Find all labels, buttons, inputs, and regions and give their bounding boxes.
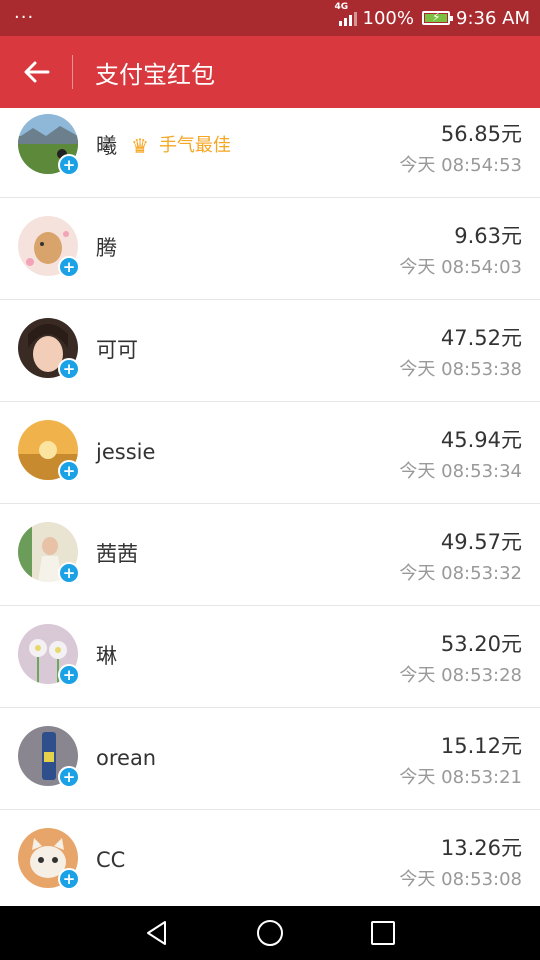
list-item[interactable]: + orean 15.12元 今天 08:53:21	[0, 708, 540, 810]
signal-icon: 4G	[335, 2, 357, 26]
page-title: 支付宝红包	[95, 60, 215, 89]
amount: 13.26元	[440, 836, 522, 860]
avatar[interactable]: +	[18, 318, 80, 380]
item-name-row: 可可	[96, 335, 138, 365]
timestamp: 今天 08:53:21	[399, 767, 522, 788]
nav-recents-button[interactable]	[363, 913, 403, 953]
item-name-row: jessie	[96, 437, 155, 467]
best-luck-badge: ♛ 手气最佳	[131, 131, 231, 161]
amount: 47.52元	[440, 326, 522, 350]
recipient-name: CC	[96, 848, 126, 872]
recipient-name: jessie	[96, 440, 156, 464]
triangle-back-icon	[146, 921, 166, 945]
amount: 9.63元	[454, 224, 522, 248]
circle-home-icon	[256, 920, 283, 946]
battery-icon: ⚡	[422, 10, 453, 25]
amount: 45.94元	[440, 428, 522, 452]
nav-home-button[interactable]	[250, 913, 290, 953]
amount: 49.57元	[440, 530, 522, 554]
add-friend-icon[interactable]: +	[58, 358, 80, 380]
recipient-name: 腾	[96, 236, 117, 260]
network-type: 4G	[334, 2, 349, 12]
item-name-row: 曦 ♛ 手气最佳	[96, 131, 231, 161]
item-name-row: 琳	[96, 641, 117, 671]
back-button[interactable]	[0, 36, 72, 108]
item-name-row: orean	[96, 743, 156, 773]
add-friend-icon[interactable]: +	[58, 664, 80, 686]
timestamp: 今天 08:53:34	[399, 461, 522, 482]
recipient-list: + 曦 ♛ 手气最佳 56.85元 今天 08:54:53 + 腾 9.63元 …	[0, 108, 540, 906]
nav-back-button[interactable]	[137, 913, 177, 953]
item-name-row: 腾	[96, 233, 117, 263]
recipient-name: 可可	[96, 338, 138, 362]
timestamp: 今天 08:53:38	[399, 359, 522, 380]
amount: 15.12元	[440, 734, 522, 758]
recipient-name: 琳	[96, 644, 117, 668]
timestamp: 今天 08:53:32	[399, 563, 522, 584]
best-luck-label: 手气最佳	[158, 135, 231, 156]
timestamp: 今天 08:53:08	[399, 869, 522, 890]
add-friend-icon[interactable]: +	[58, 154, 80, 176]
app-bar: 支付宝红包	[0, 36, 540, 108]
avatar[interactable]: +	[18, 828, 80, 890]
app-bar-divider	[72, 55, 73, 89]
status-bar: ··· 4G 100% ⚡ 9:36 AM	[0, 0, 540, 36]
item-name-row: 茜茜	[96, 539, 138, 569]
arrow-left-icon	[24, 61, 50, 83]
notification-dots: ···	[14, 7, 35, 28]
list-item[interactable]: + 茜茜 49.57元 今天 08:53:32	[0, 504, 540, 606]
timestamp: 今天 08:54:53	[399, 155, 522, 176]
recipient-name: 曦	[96, 134, 117, 158]
list-item[interactable]: + CC 13.26元 今天 08:53:08	[0, 810, 540, 906]
add-friend-icon[interactable]: +	[58, 766, 80, 788]
add-friend-icon[interactable]: +	[58, 256, 80, 278]
timestamp: 今天 08:54:03	[399, 257, 522, 278]
clock: 9:36 AM	[456, 7, 530, 29]
avatar[interactable]: +	[18, 216, 80, 278]
avatar[interactable]: +	[18, 420, 80, 482]
system-navigation-bar	[0, 906, 540, 960]
recipient-name: orean	[96, 746, 157, 770]
add-friend-icon[interactable]: +	[58, 460, 80, 482]
avatar[interactable]: +	[18, 726, 80, 788]
amount: 53.20元	[440, 632, 522, 656]
amount: 56.85元	[440, 122, 522, 146]
recipient-name: 茜茜	[96, 542, 138, 566]
timestamp: 今天 08:53:28	[399, 665, 522, 686]
avatar[interactable]: +	[18, 114, 80, 176]
crown-icon: ♛	[131, 134, 149, 158]
list-item[interactable]: + 琳 53.20元 今天 08:53:28	[0, 606, 540, 708]
square-recents-icon	[371, 921, 396, 945]
list-item[interactable]: + jessie 45.94元 今天 08:53:34	[0, 402, 540, 504]
list-item[interactable]: + 可可 47.52元 今天 08:53:38	[0, 300, 540, 402]
item-name-row: CC	[96, 845, 125, 875]
list-item[interactable]: + 腾 9.63元 今天 08:54:03	[0, 198, 540, 300]
avatar[interactable]: +	[18, 624, 80, 686]
status-right: 4G 100% ⚡ 9:36 AM	[335, 2, 530, 29]
battery-percent: 100%	[362, 7, 414, 29]
avatar[interactable]: +	[18, 522, 80, 584]
list-item[interactable]: + 曦 ♛ 手气最佳 56.85元 今天 08:54:53	[0, 108, 540, 198]
add-friend-icon[interactable]: +	[58, 562, 80, 584]
add-friend-icon[interactable]: +	[58, 868, 80, 890]
